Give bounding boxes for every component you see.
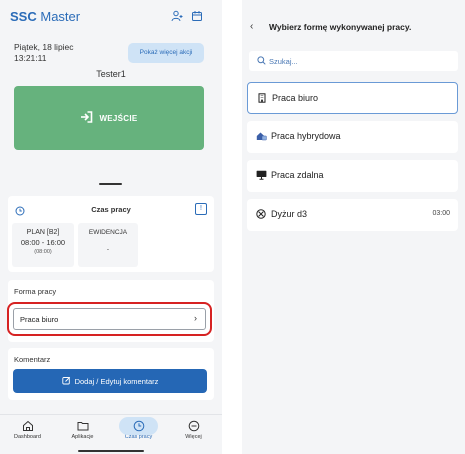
plan-label: PLAN [B2] [26,229,60,236]
comment-title: Komentarz [14,355,51,364]
monitor-icon [256,170,267,182]
option-hybrid[interactable]: Praca hybrydowa [247,121,458,153]
option-remote-label: Praca zdalna [271,170,324,180]
folder-icon [77,422,88,431]
work-form-selected-value: Praca biuro [20,315,59,324]
work-time-card: Czas pracy ! PLAN [B2] 08:00 - 16:00 (08… [8,196,214,272]
option-office[interactable]: Praca biuro [247,82,458,114]
info-icon[interactable]: ! [195,203,207,215]
work-time-screen: SSC Master Piątek, 18 lipiec 13:21:11 Po… [0,0,222,454]
sheet-handle[interactable] [99,183,122,185]
search-input[interactable]: Szukaj... [249,51,458,71]
nav-more[interactable]: Więcej [166,415,221,454]
option-remote[interactable]: Praca zdalna [247,160,458,192]
nav-applications[interactable]: Aplikacje [55,415,110,454]
work-time-title: Czas pracy [91,205,131,214]
edit-icon [61,376,71,387]
nav-dashboard-label: Dashboard [14,434,41,440]
building-icon [257,93,267,105]
home-icon [22,420,33,431]
option-duty-duration: 03:00 [432,210,450,217]
option-duty-label: Dyżur d3 [271,209,308,219]
bottom-navigation: Dashboard Aplikacje Czas pracy Więcej [0,414,222,454]
duty-icon [256,209,266,221]
search-placeholder: Szukaj... [269,57,298,66]
more-actions-button[interactable]: Pokaż więcej akcji [128,43,204,63]
work-form-select[interactable]: Praca biuro › [13,308,206,330]
back-button[interactable]: ‹ [250,21,253,32]
app-title-brand: SSC [10,9,37,24]
chevron-right-icon: › [194,313,197,323]
nav-work-time[interactable]: Czas pracy [111,415,166,454]
home-indicator [78,450,144,452]
app-title-suffix: Master [40,9,81,24]
picker-title: Wybierz formę wykonywanej pracy. [269,22,412,32]
hybrid-icon [256,131,267,143]
calendar-icon[interactable] [191,9,203,21]
work-form-title: Forma pracy [14,287,57,296]
plan-hours: 08:00 - 16:00 [20,238,66,247]
user-add-icon[interactable] [171,9,183,22]
entry-button[interactable]: WEJŚCIE [14,86,204,150]
evidence-value: - [106,246,110,253]
current-date: Piątek, 18 lipiec [14,42,74,52]
more-icon [188,420,199,432]
search-icon [257,56,266,67]
nav-more-label: Więcej [185,434,202,440]
nav-dashboard[interactable]: Dashboard [0,415,55,454]
clock-icon [133,420,144,432]
evidence-label: EWIDENCJA [88,229,128,236]
header-area: SSC Master Piątek, 18 lipiec 13:21:11 Po… [0,0,222,182]
option-duty[interactable]: Dyżur d3 03:00 [247,199,458,231]
evidence-box: EWIDENCJA - [78,223,138,267]
app-title: SSC Master [10,9,80,24]
add-comment-button[interactable]: Dodaj / Edytuj komentarz [13,369,207,393]
login-icon [80,111,93,125]
entry-button-label: WEJŚCIE [99,113,138,123]
add-comment-label: Dodaj / Edytuj komentarz [74,376,159,386]
option-hybrid-label: Praca hybrydowa [271,131,341,141]
nav-applications-label: Aplikacje [71,434,94,440]
option-office-label: Praca biuro [272,93,319,103]
user-name: Tester1 [96,69,126,79]
current-time: 13:21:11 [14,53,47,63]
plan-box: PLAN [B2] 08:00 - 16:00 (08:00) [12,223,74,267]
plan-duration: (08:00) [34,249,52,255]
work-form-picker-screen: ‹ Wybierz formę wykonywanej pracy. Szuka… [242,0,465,454]
